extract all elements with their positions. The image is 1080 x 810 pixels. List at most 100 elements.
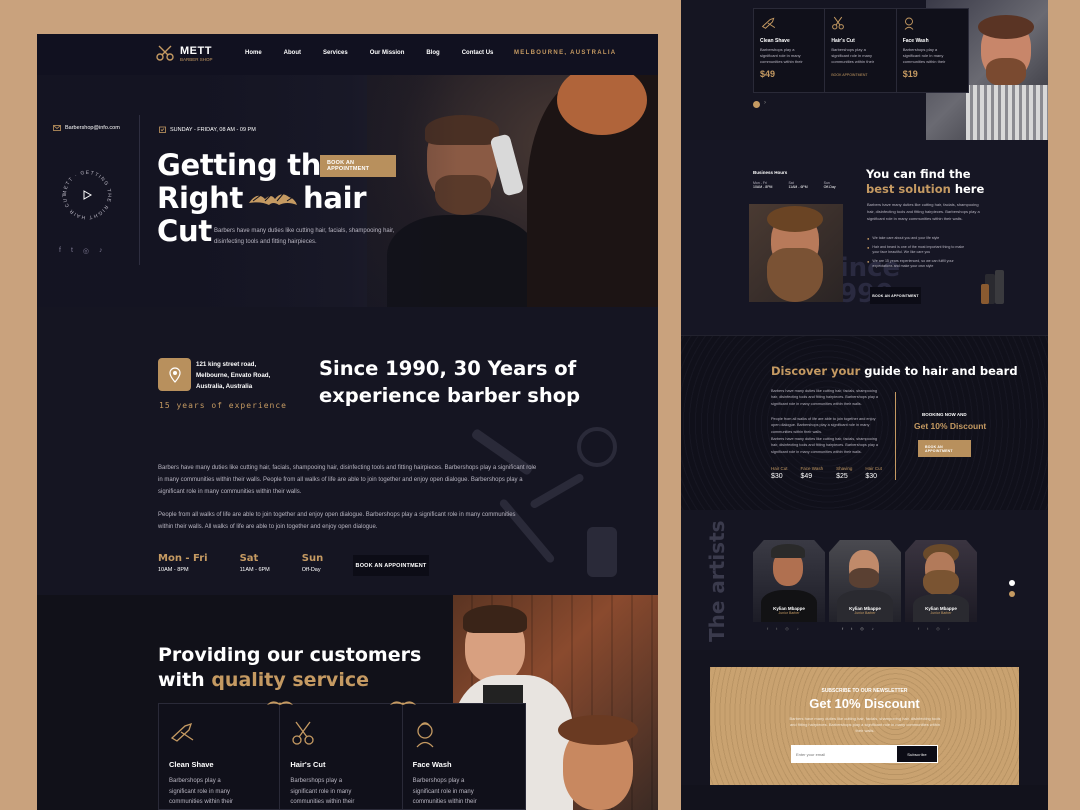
tiktok-icon[interactable]: ♪ [872, 626, 874, 631]
tiktok-icon[interactable]: ♪ [797, 626, 799, 631]
business-hours: Business Hours Mon - Fri 10AM - 8PM Sat 11… [753, 170, 836, 189]
scissors-logo-icon [156, 45, 174, 61]
quality-section: Providing our customers with quality ser… [37, 595, 658, 810]
artists-dot-2[interactable] [1009, 591, 1015, 597]
hours-sun: Sun Off-Day [301, 553, 324, 573]
hero-title-right: Right [157, 181, 244, 215]
twitter-icon[interactable]: t [851, 626, 852, 631]
service-cards: Clean Shave Barbershops play a significa… [158, 701, 526, 810]
guide-section: Discover your guide to hair and beard Ba… [681, 335, 1048, 511]
artists-dot-1[interactable] [1009, 580, 1015, 586]
tiktok-icon[interactable]: ♪ [99, 247, 103, 255]
service-name: Hair's Cut [290, 760, 326, 769]
guide-title: Discover your guide to hair and beard [771, 364, 1018, 378]
play-icon[interactable] [81, 189, 93, 201]
solution-title: You can find the best solution here [866, 167, 985, 196]
brand-subtitle: BARBER SHOP [180, 56, 213, 62]
nav-contact[interactable]: Contact Us [462, 50, 494, 56]
discount-text: Get 10% Discount [914, 421, 987, 431]
subscribe-button[interactable]: Subscribe [897, 746, 937, 762]
about-para2: People from all walks of life are able t… [158, 512, 516, 530]
service-card-clean-shave[interactable]: Clean Shave Barbershops play a significa… [159, 704, 281, 810]
artist-card-1[interactable]: Kylian Mbappe Junior Barber [753, 540, 825, 622]
newsletter-email-input[interactable] [791, 745, 896, 763]
facebook-icon[interactable]: f [59, 247, 61, 255]
hero-email-row: Barbershop@info.com [53, 125, 120, 131]
right-card-face-wash[interactable]: Face Wash Barbershops play a significant… [897, 9, 968, 92]
about-title-line2: experience barber shop [319, 384, 581, 407]
hours-mon-fri: Mon - Fri 10AM - 8PM [158, 553, 208, 573]
nav-our-mission[interactable]: Our Mission [370, 50, 405, 56]
about-para1: Barbers have many duties like cutting ha… [158, 465, 537, 495]
guide-para3: Barbers have many duties like cutting ha… [771, 437, 879, 454]
brand-logo[interactable]: METT BARBER SHOP [154, 43, 213, 63]
booking-label: BOOKING NOW AND [922, 412, 967, 417]
nav-menu: Home About Services Our Mission Blog Con… [245, 50, 493, 56]
solution-checklist: ● We take care about you and your life st… [867, 236, 965, 268]
service-card-hair-cut[interactable]: Hair's Cut Barbershops play a significan… [267, 701, 403, 810]
hero-email[interactable]: Barbershop@info.com [65, 125, 120, 131]
hero-hours-row: SUNDAY - FRIDAY, 08 AM - 09 PM [159, 126, 256, 133]
razor-icon [761, 17, 776, 29]
about-book-button[interactable]: BOOK AN APPOINTMENT [353, 555, 429, 576]
solution-book-button[interactable]: BOOK AN APPOINTMENT [870, 287, 921, 304]
right-card-clean-shave[interactable]: Clean Shave Barbershops play a significa… [754, 9, 826, 92]
check-icon: ● [867, 258, 870, 264]
quality-title-highlight: quality service [211, 669, 369, 691]
navbar: METT BARBER SHOP Home About Services Our… [37, 34, 658, 75]
artist-socials-2: f t ◎ ♪ [842, 626, 874, 631]
newsletter-label: SUBSCRIBE TO OUR NEWSLETTER [821, 688, 908, 694]
mail-icon [53, 125, 61, 131]
hero: Barbershop@info.com METT · GETTING THE R… [37, 75, 658, 307]
newsletter-form: Subscribe [791, 745, 938, 763]
hero-book-button[interactable]: BOOK AN APPOINTMENT [320, 155, 396, 177]
carousel-next-icon[interactable]: › [764, 100, 766, 106]
about-title: Since 1990, 30 Years of experience barbe… [319, 355, 580, 409]
nav-about[interactable]: About [284, 50, 301, 56]
facebook-icon[interactable]: f [842, 626, 843, 631]
service-name: Face Wash [412, 760, 452, 769]
instagram-icon[interactable]: ◎ [83, 247, 89, 255]
footer-strip [681, 785, 1048, 810]
nav-services[interactable]: Services [323, 50, 348, 56]
artists-section: The artists Kylian Mbappe Junior Barber … [681, 510, 1048, 650]
video-badge[interactable]: METT · GETTING THE RIGHT HAIR CUT · [59, 167, 115, 223]
right-services-section: Clean Shave Barbershops play a significa… [681, 0, 1048, 140]
twitter-icon[interactable]: t [71, 247, 73, 255]
guide-divider [895, 392, 896, 480]
facebook-icon[interactable]: f [767, 626, 768, 631]
hero-description: Barbers have many duties like cutting ha… [214, 228, 395, 245]
instagram-icon[interactable]: ◎ [785, 626, 789, 631]
guide-prices: Hair Cut $30 Face Wash $49 Shaving $25 Hair… [771, 466, 882, 480]
instagram-icon[interactable]: ◎ [860, 626, 864, 631]
newsletter-section: SUBSCRIBE TO OUR NEWSLETTER Get 10% Disc… [710, 667, 1019, 785]
service-card-face-wash[interactable]: Face Wash Barbershops play a significant… [389, 701, 525, 810]
twitter-icon[interactable]: t [927, 626, 928, 631]
nav-blog[interactable]: Blog [426, 50, 439, 56]
address-icon-box [158, 358, 191, 391]
right-service-cards: Clean Shave Barbershops play a significa… [753, 8, 969, 93]
facebook-icon[interactable]: f [918, 626, 919, 631]
face-wash-icon [904, 17, 914, 30]
hero-title-hair: hair [303, 181, 367, 215]
guide-book-button[interactable]: BOOK AN APPOINTMENT [918, 440, 971, 457]
right-card-book-link[interactable]: BOOK APPOINTMENT [831, 73, 889, 77]
hero-divider [139, 115, 140, 265]
opening-hours: Mon - Fri 10AM - 8PM Sat 11AM - 6PM Sun Off… [158, 553, 323, 573]
mustache-divider-icon [267, 701, 294, 705]
bearded-man-photo [749, 204, 843, 302]
right-card-hair-cut[interactable]: Hair's Cut Barbershops play a significan… [825, 9, 897, 92]
hero-hours: SUNDAY - FRIDAY, 08 AM - 09 PM [170, 126, 256, 133]
twitter-icon[interactable]: t [776, 626, 777, 631]
nav-home[interactable]: Home [245, 50, 262, 56]
artist-card-2[interactable]: Kylian Mbappe Junior Barber [829, 540, 901, 622]
scissors-icon [292, 721, 314, 745]
hero-socials: f t ◎ ♪ [59, 247, 103, 255]
tiktok-icon[interactable]: ♪ [948, 626, 950, 631]
calendar-icon [159, 126, 166, 133]
instagram-icon[interactable]: ◎ [936, 626, 940, 631]
mustache-divider-icon [389, 701, 416, 705]
about-section: 121 king street road, Melbourne, Envato … [37, 307, 658, 595]
artist-card-3[interactable]: Kylian Mbappe Junior Barber [905, 540, 977, 622]
carousel-prev[interactable] [753, 101, 760, 108]
